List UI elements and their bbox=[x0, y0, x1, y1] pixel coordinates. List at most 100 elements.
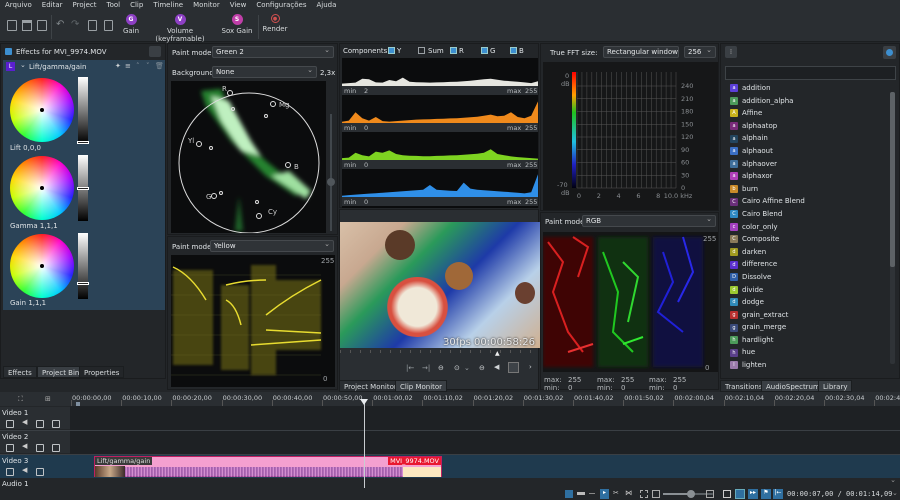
transition-item[interactable]: C Cairo Affine Blend bbox=[726, 195, 886, 208]
move-up-icon[interactable]: ˄ bbox=[136, 62, 140, 70]
lift-color-wheel[interactable] bbox=[10, 78, 74, 142]
menu-configuracoes[interactable]: Configurações bbox=[251, 0, 311, 11]
redo-icon[interactable]: ↷ bbox=[71, 19, 79, 30]
track-options-icon[interactable]: ⛶ bbox=[18, 395, 23, 404]
spacer-tool-icon[interactable]: ⋈ bbox=[625, 489, 632, 497]
transition-item[interactable]: b burn bbox=[726, 183, 886, 196]
checkbox-g[interactable] bbox=[481, 47, 488, 54]
set-zone-out-icon[interactable]: →| bbox=[422, 364, 430, 372]
move-down-icon[interactable]: ˅ bbox=[146, 62, 150, 70]
copy-icon[interactable] bbox=[88, 20, 97, 31]
background-select[interactable]: None bbox=[212, 65, 317, 78]
vectorscope-gain-slider[interactable] bbox=[327, 114, 335, 231]
slider-handle[interactable] bbox=[77, 141, 89, 144]
transition-item[interactable]: D Dissolve bbox=[726, 271, 886, 284]
undo-icon[interactable]: ↶ bbox=[56, 19, 64, 30]
gain-effect-button[interactable]: G Gain bbox=[120, 14, 142, 35]
transition-item[interactable]: A Affine bbox=[726, 107, 886, 120]
transition-item[interactable]: g grain_extract bbox=[726, 309, 886, 322]
zoom-slider-handle[interactable] bbox=[686, 490, 695, 498]
scrollbar-thumb[interactable] bbox=[890, 92, 895, 267]
zoom-in-icon[interactable] bbox=[706, 490, 714, 498]
tab-effects[interactable]: Effects bbox=[3, 366, 37, 378]
hide-video-icon[interactable] bbox=[36, 468, 44, 476]
composite-icon[interactable] bbox=[52, 420, 60, 428]
menu-ajuda[interactable]: Ajuda bbox=[311, 0, 341, 11]
lock-icon[interactable] bbox=[6, 444, 14, 452]
transition-item[interactable]: l lighten bbox=[726, 359, 886, 372]
lock-icon[interactable] bbox=[6, 468, 14, 476]
tab-project-monitor[interactable]: Project Monitor bbox=[339, 380, 402, 392]
timeline-expand-chevron-icon[interactable]: ⌄ bbox=[890, 476, 896, 484]
transition-item[interactable]: d divide bbox=[726, 284, 886, 297]
slider-handle[interactable] bbox=[77, 282, 89, 285]
info-toggle-icon[interactable]: ⁞ bbox=[725, 46, 737, 58]
menu-clip[interactable]: Clip bbox=[125, 0, 148, 11]
show-thumbnails-icon[interactable] bbox=[723, 490, 731, 498]
gain-luma-slider[interactable] bbox=[77, 233, 89, 299]
checkbox-b[interactable] bbox=[510, 47, 517, 54]
transition-item[interactable]: a addition bbox=[726, 82, 886, 95]
razor-tool-icon[interactable]: ✂ bbox=[613, 489, 619, 497]
transition-item[interactable]: g grain_merge bbox=[726, 321, 886, 334]
slider-handle[interactable] bbox=[77, 187, 89, 190]
set-zone-in-icon[interactable]: |← bbox=[406, 364, 414, 372]
menu-tool[interactable]: Tool bbox=[101, 0, 125, 11]
more-options-chevron-icon[interactable]: › bbox=[529, 363, 532, 371]
track-height-tall-icon[interactable] bbox=[565, 490, 573, 498]
monitor-ruler[interactable] bbox=[340, 350, 540, 353]
zoom-out-icon[interactable] bbox=[652, 490, 660, 498]
ripple-icon[interactable]: |← bbox=[773, 489, 783, 499]
delete-effect-icon[interactable]: 🗑 bbox=[155, 62, 164, 70]
transition-item[interactable]: d dodge bbox=[726, 296, 886, 309]
slider-handle[interactable] bbox=[327, 178, 335, 186]
gamma-luma-slider[interactable] bbox=[77, 155, 89, 221]
render-button[interactable]: ● Render bbox=[262, 14, 288, 33]
mute-audio-icon[interactable]: ◀ bbox=[22, 418, 27, 426]
gain-color-wheel[interactable] bbox=[10, 234, 74, 298]
paint-mode-select[interactable]: Yellow bbox=[210, 239, 334, 252]
hide-video-icon[interactable] bbox=[36, 420, 44, 428]
transitions-search-input[interactable] bbox=[725, 66, 896, 80]
transition-item[interactable]: a alphain bbox=[726, 132, 886, 145]
paint-mode-select[interactable]: RGB bbox=[582, 214, 716, 227]
filter-button[interactable] bbox=[883, 46, 896, 59]
checkbox-sum[interactable] bbox=[418, 47, 425, 54]
tab-audiospectrum[interactable]: AudioSpectrum bbox=[761, 380, 825, 392]
transition-item[interactable]: d difference bbox=[726, 258, 886, 271]
show-markers-icon[interactable]: ▸▸ bbox=[748, 489, 758, 499]
checkbox-r[interactable] bbox=[450, 47, 457, 54]
rewind-icon[interactable]: ⊖ bbox=[438, 364, 444, 372]
volume-icon[interactable]: ◀ bbox=[494, 363, 499, 371]
tab-library[interactable]: Library bbox=[818, 380, 853, 392]
transition-item[interactable]: C Cairo Blend bbox=[726, 208, 886, 221]
transition-item[interactable]: a alphaout bbox=[726, 145, 886, 158]
play-options-chevron-icon[interactable]: ⌄ bbox=[464, 364, 470, 372]
volume-effect-button[interactable]: V Volume (keyframable) bbox=[144, 14, 216, 43]
transition-item[interactable]: h hardlight bbox=[726, 334, 886, 347]
timecode-format-chevron-icon[interactable]: ⌄ bbox=[892, 489, 898, 497]
transition-item[interactable]: d darken bbox=[726, 246, 886, 259]
add-keyframe-icon[interactable]: ✦ bbox=[115, 62, 121, 70]
transition-item[interactable]: c color_only bbox=[726, 221, 886, 234]
transitions-scrollbar[interactable] bbox=[890, 92, 895, 364]
play-icon[interactable]: ⊙ bbox=[454, 364, 460, 372]
gamma-color-wheel[interactable] bbox=[10, 156, 74, 220]
menu-arquivo[interactable]: Arquivo bbox=[0, 0, 37, 11]
track-height-small-icon[interactable] bbox=[589, 493, 595, 494]
select-tool-icon[interactable]: ▸ bbox=[600, 489, 609, 499]
tab-clip-monitor[interactable]: Clip Monitor bbox=[395, 380, 448, 392]
open-folder-icon[interactable] bbox=[22, 20, 32, 31]
lift-luma-slider[interactable] bbox=[77, 77, 89, 144]
monitor-playhead-icon[interactable]: ▲ bbox=[495, 350, 500, 357]
transition-item[interactable]: a alphaxor bbox=[726, 170, 886, 183]
dock-toggle-button[interactable] bbox=[149, 46, 161, 57]
checkbox-y[interactable] bbox=[388, 47, 395, 54]
fft-size-select[interactable]: 256 bbox=[684, 45, 716, 58]
sox-gain-effect-button[interactable]: S Sox Gain bbox=[220, 14, 254, 35]
effect-menu-icon[interactable]: ≡ bbox=[125, 62, 131, 70]
save-icon[interactable] bbox=[37, 20, 47, 31]
transition-item[interactable]: a alphaover bbox=[726, 158, 886, 171]
mute-audio-icon[interactable]: ◀ bbox=[22, 442, 27, 450]
mute-audio-icon[interactable]: ◀ bbox=[22, 466, 27, 474]
